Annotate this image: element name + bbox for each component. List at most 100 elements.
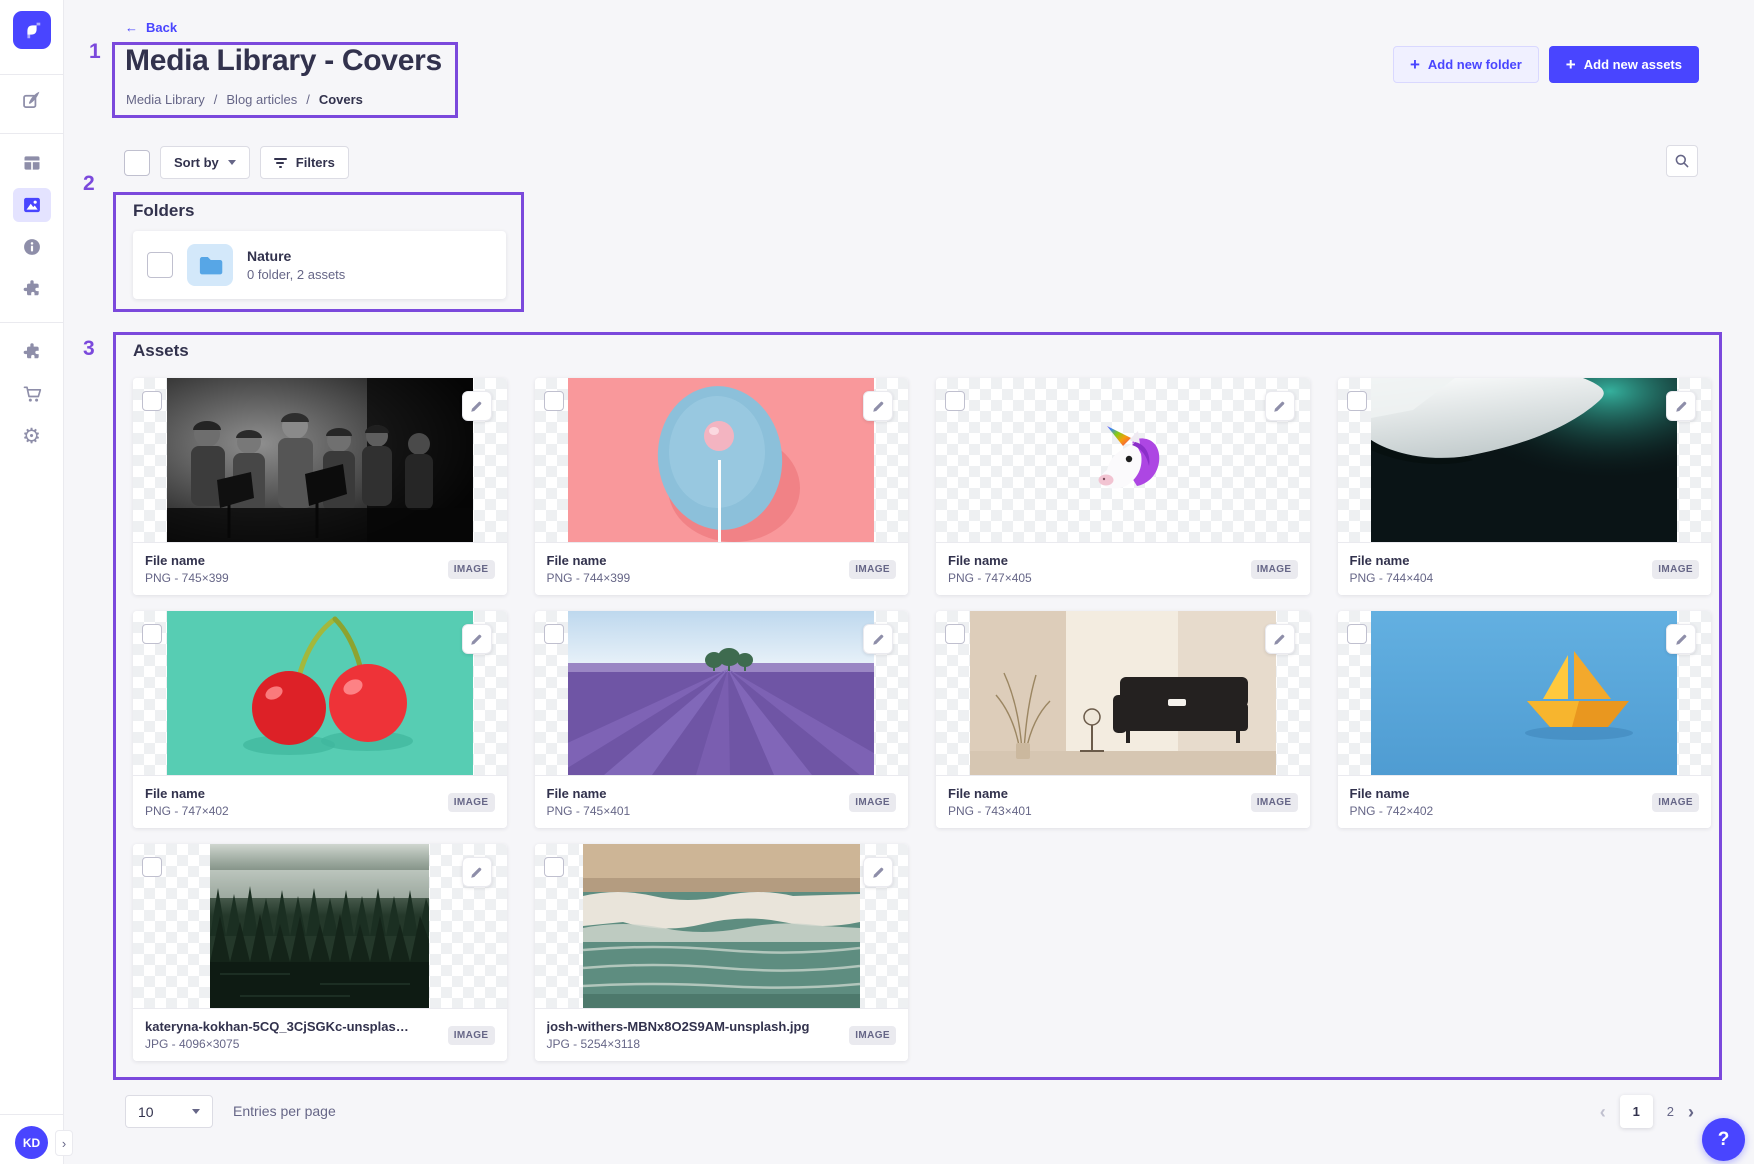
asset-card[interactable]: File name PNG - 747×402 IMAGE [133,611,507,828]
asset-card[interactable]: File name PNG - 745×399 IMAGE [133,378,507,595]
asset-checkbox[interactable] [544,391,564,411]
help-button[interactable]: ? [1702,1118,1745,1161]
thumbnail-art-forest [210,844,429,1008]
search-icon [1674,153,1690,169]
asset-file-name: File name [145,553,229,568]
add-new-folder-button[interactable]: + Add new folder [1393,46,1539,83]
asset-card[interactable]: josh-withers-MBNx8O2S9AM-unsplash.jpg JP… [535,844,909,1061]
add-new-folder-label: Add new folder [1428,57,1522,72]
sidebar-divider [0,322,64,323]
breadcrumb-media-library[interactable]: Media Library [126,92,205,107]
asset-caption: File name PNG - 744×399 IMAGE [535,542,909,595]
pen-icon [21,90,42,111]
asset-card[interactable]: File name PNG - 742×402 IMAGE [1338,611,1712,828]
folder-name: Nature [247,248,345,264]
pencil-icon [871,865,886,880]
asset-file-meta: PNG - 747×402 [145,804,229,818]
asset-file-name: File name [1350,786,1434,801]
sidebar-item-media-library[interactable] [13,188,51,222]
breadcrumb-blog-articles[interactable]: Blog articles [226,92,297,107]
folder-checkbox[interactable] [147,252,173,278]
pencil-icon [1674,632,1689,647]
sort-by-button[interactable]: Sort by [160,146,250,179]
asset-card[interactable]: File name PNG - 747×405 IMAGE [936,378,1310,595]
page-title: Media Library - Covers [125,44,442,78]
filters-button[interactable]: Filters [260,146,349,179]
chevron-right-icon: › [62,1136,66,1151]
edit-asset-button[interactable] [462,624,492,654]
filters-label: Filters [296,155,335,170]
page-2-button[interactable]: 2 [1667,1104,1674,1119]
folder-icon [197,253,223,277]
sidebar-item-purchases[interactable] [13,377,51,411]
thumbnail-art-band [167,378,473,542]
asset-caption: File name PNG - 747×405 IMAGE [936,542,1310,595]
edit-asset-button[interactable] [1265,624,1295,654]
asset-caption: File name PNG - 745×401 IMAGE [535,775,909,828]
search-button[interactable] [1666,145,1698,177]
sidebar-item-marketplace[interactable] [13,335,51,369]
asset-checkbox[interactable] [945,624,965,644]
puzzle-icon [22,342,42,362]
asset-type-badge: IMAGE [448,793,495,812]
asset-type-badge: IMAGE [448,560,495,579]
chevron-down-icon [228,160,236,165]
cart-icon [22,384,42,404]
edit-asset-button[interactable] [863,857,893,887]
sidebar-item-plugins[interactable] [13,272,51,306]
header-actions: + Add new folder + Add new assets [1393,46,1699,83]
sidebar-divider [0,133,64,134]
chevron-left-icon: ‹ [1600,1102,1606,1122]
pencil-icon [1272,632,1287,647]
asset-card[interactable]: File name PNG - 743×401 IMAGE [936,611,1310,828]
next-page-button[interactable]: › [1688,1103,1694,1121]
asset-card[interactable]: kateryna-kokhan-5CQ_3CjSGKc-unsplash.jpg… [133,844,507,1061]
sidebar-item-content-type-builder[interactable] [13,146,51,180]
user-avatar[interactable]: KD [15,1126,48,1159]
asset-checkbox[interactable] [142,857,162,877]
asset-checkbox[interactable] [1347,624,1367,644]
assets-grid: File name PNG - 745×399 IMAGE [133,378,1711,1061]
page-1-button[interactable]: 1 [1620,1095,1653,1128]
asset-checkbox[interactable] [544,624,564,644]
thumbnail-art-unicorn [970,378,1276,542]
plus-icon: + [1410,56,1420,73]
previous-page-button[interactable]: ‹ [1600,1103,1606,1121]
asset-type-badge: IMAGE [849,1026,896,1045]
edit-asset-button[interactable] [863,391,893,421]
toolbar: Sort by Filters [124,146,349,179]
edit-asset-button[interactable] [1666,624,1696,654]
asset-caption: File name PNG - 747×402 IMAGE [133,775,507,828]
asset-checkbox[interactable] [142,624,162,644]
thumbnail-art-cherries [167,611,473,775]
back-arrow-icon: ← [125,20,138,35]
folder-card-nature[interactable]: Nature 0 folder, 2 assets [133,231,506,299]
asset-checkbox[interactable] [544,857,564,877]
sidebar-item-content-manager[interactable] [13,83,51,117]
edit-asset-button[interactable] [1265,391,1295,421]
add-new-assets-button[interactable]: + Add new assets [1549,46,1699,83]
asset-card[interactable]: File name PNG - 745×401 IMAGE [535,611,909,828]
asset-thumbnail [936,611,1310,775]
entries-per-page-select[interactable]: 10 [125,1095,213,1128]
asset-card[interactable]: File name PNG - 744×399 IMAGE [535,378,909,595]
puzzle-icon [22,279,42,299]
sidebar-item-settings[interactable]: ⚙ [13,419,51,453]
asset-caption: josh-withers-MBNx8O2S9AM-unsplash.jpg JP… [535,1008,909,1061]
sidebar-item-documentation[interactable] [13,230,51,264]
edit-asset-button[interactable] [863,624,893,654]
back-label: Back [146,20,177,35]
asset-card[interactable]: File name PNG - 744×404 IMAGE [1338,378,1712,595]
sidebar-collapse-button[interactable]: › [55,1130,73,1156]
asset-checkbox[interactable] [945,391,965,411]
edit-asset-button[interactable] [1666,391,1696,421]
edit-asset-button[interactable] [462,391,492,421]
edit-asset-button[interactable] [462,857,492,887]
select-all-checkbox[interactable] [124,150,150,176]
asset-type-badge: IMAGE [1652,560,1699,579]
pencil-icon [469,399,484,414]
asset-checkbox[interactable] [142,391,162,411]
asset-checkbox[interactable] [1347,391,1367,411]
folder-detail: 0 folder, 2 assets [247,267,345,282]
back-link[interactable]: ← Back [125,20,177,35]
